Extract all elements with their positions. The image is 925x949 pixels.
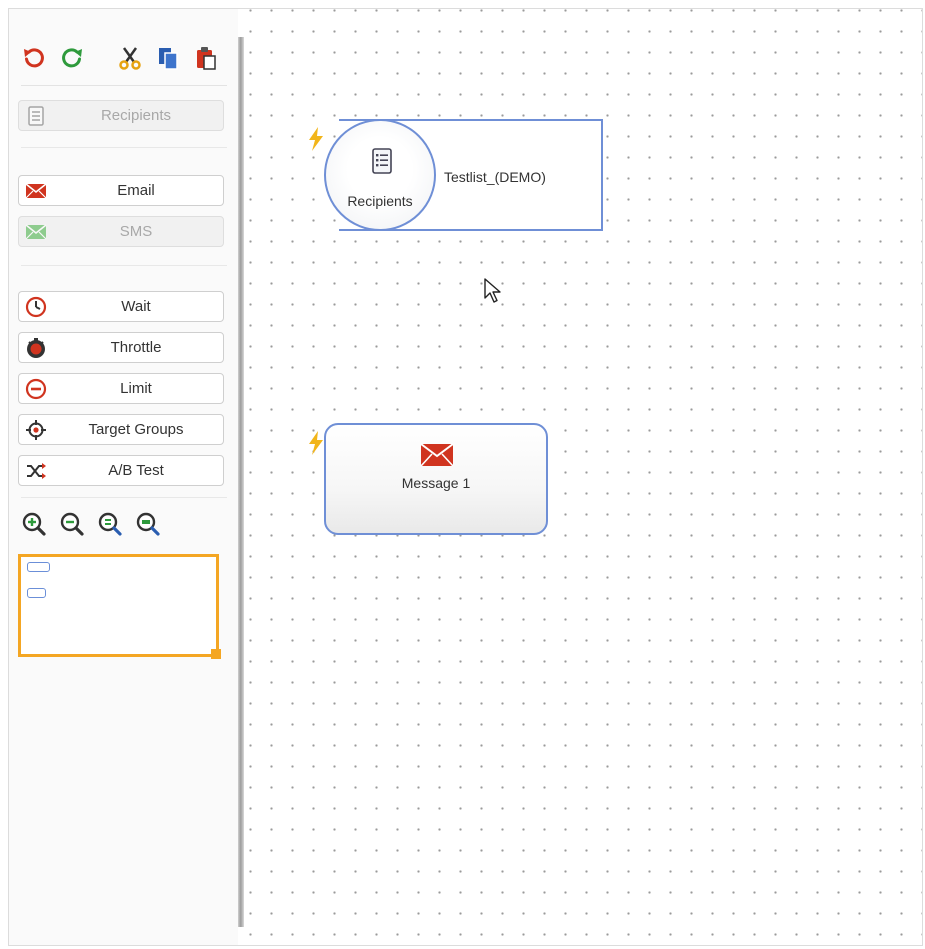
target-groups-button[interactable]: Target Groups (18, 414, 224, 445)
zoom-toolbar (19, 511, 169, 539)
minimap-recipients-node (27, 562, 50, 572)
recipient-list-icon (25, 105, 47, 127)
copy-icon[interactable] (155, 45, 181, 71)
zoom-reset-icon[interactable] (97, 511, 123, 537)
envelope-icon (420, 443, 454, 467)
crosshair-icon (25, 419, 47, 441)
edit-toolbar (19, 45, 229, 75)
paste-icon[interactable] (193, 45, 219, 71)
limit-button-label: Limit (120, 380, 152, 397)
stopwatch-icon (25, 337, 47, 359)
cut-icon[interactable] (117, 45, 143, 71)
ab-test-button[interactable]: A/B Test (18, 455, 224, 486)
message-node-label: Message 1 (401, 475, 471, 491)
sms-envelope-icon (25, 221, 47, 243)
zoom-fit-icon[interactable] (135, 511, 161, 537)
lightning-icon[interactable] (308, 431, 324, 455)
workflow-canvas[interactable]: Recipients Testlist_(DEMO) Message 1 (244, 9, 922, 945)
throttle-button[interactable]: Throttle (18, 332, 224, 363)
sidebar-palette: Recipients Email SMS Wait Throttle Limit… (9, 9, 238, 945)
recipients-node-label: Recipients (347, 193, 413, 209)
limit-button[interactable]: Limit (18, 373, 224, 404)
undo-icon[interactable] (21, 45, 47, 71)
target-groups-button-label: Target Groups (88, 421, 184, 438)
mouse-pointer-icon (483, 278, 503, 304)
wait-button[interactable]: Wait (18, 291, 224, 322)
lightning-icon[interactable] (308, 127, 324, 151)
recipients-button-label: Recipients (100, 107, 172, 124)
minimap-resize-handle[interactable] (211, 649, 221, 659)
recipients-node[interactable]: Recipients (324, 119, 436, 231)
throttle-button-label: Throttle (110, 339, 162, 356)
palette-divider (21, 147, 227, 148)
shuffle-icon (25, 460, 47, 482)
email-button[interactable]: Email (18, 175, 224, 206)
toolbar-divider (21, 85, 227, 86)
email-button-label: Email (117, 182, 155, 199)
sms-button-label: SMS (119, 223, 153, 240)
workflow-editor: Recipients Email SMS Wait Throttle Limit… (8, 8, 923, 946)
minus-circle-icon (25, 378, 47, 400)
palette-divider (21, 497, 227, 498)
recipient-list-name: Testlist_(DEMO) (444, 169, 546, 185)
recipients-button[interactable]: Recipients (18, 100, 224, 131)
envelope-icon (25, 180, 47, 202)
palette-divider (21, 265, 227, 266)
zoom-in-icon[interactable] (21, 511, 47, 537)
ab-test-button-label: A/B Test (108, 462, 164, 479)
minimap-message-node (27, 588, 46, 598)
message-node[interactable]: Message 1 (324, 423, 548, 535)
zoom-out-icon[interactable] (59, 511, 85, 537)
recipient-list-icon (371, 147, 393, 175)
redo-icon[interactable] (59, 45, 85, 71)
sms-button[interactable]: SMS (18, 216, 224, 247)
wait-button-label: Wait (121, 298, 151, 315)
minimap[interactable] (18, 554, 219, 657)
clock-icon (25, 296, 47, 318)
